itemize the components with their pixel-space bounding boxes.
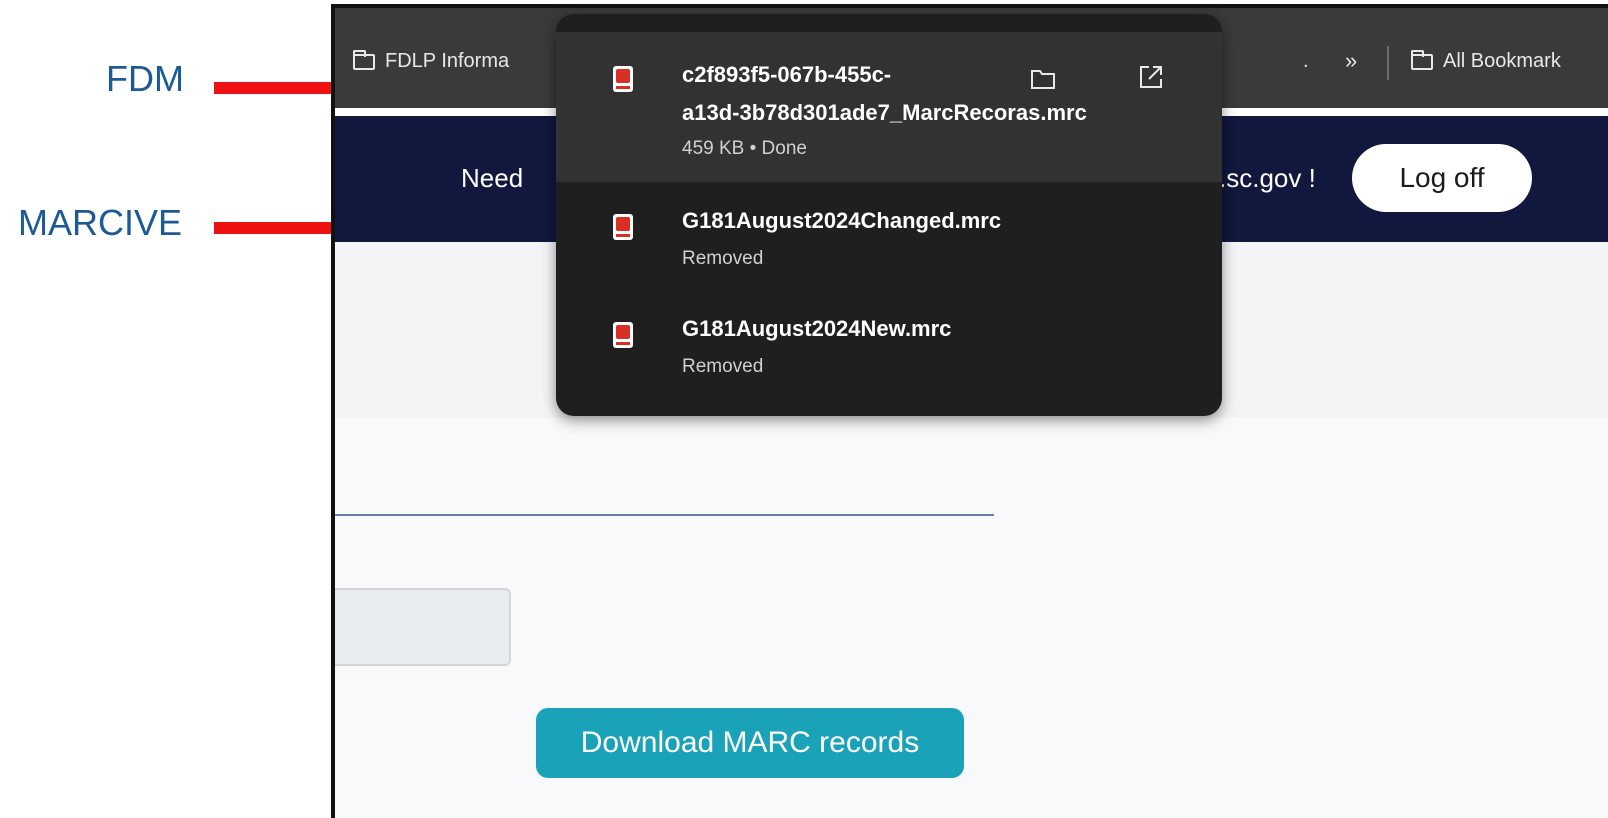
logoff-button[interactable]: Log off — [1352, 144, 1532, 212]
download-name: G181August2024New.mrc — [682, 316, 952, 341]
download-name-line2: a13d-3b78d301ade7_MarcRecoras.mrc — [682, 100, 1087, 125]
bookmark-all[interactable]: All Bookmark — [1411, 49, 1561, 73]
download-item-new[interactable]: G181August2024New.mrc Removed — [556, 292, 1222, 400]
folder-icon — [353, 49, 375, 70]
download-status: Removed — [682, 356, 764, 377]
folder-icon[interactable] — [1030, 66, 1056, 90]
open-external-icon[interactable] — [1138, 64, 1164, 90]
downloads-popup: c2f893f5-067b-455c- a13d-3b78d301ade7_Ma… — [556, 14, 1222, 416]
input-field[interactable] — [335, 588, 511, 666]
fdm-label: FDM — [106, 58, 184, 99]
section-divider — [335, 514, 994, 516]
pdf-file-icon — [613, 66, 633, 92]
banner-text-left: Need — [461, 163, 524, 193]
folder-icon — [1411, 49, 1433, 70]
bookmark-fdlp-label: FDLP Informa — [385, 50, 510, 72]
download-name: G181August2024Changed.mrc — [682, 208, 1002, 233]
marcive-label: MARCIVE — [18, 202, 183, 243]
download-item-fdm[interactable]: c2f893f5-067b-455c- a13d-3b78d301ade7_Ma… — [556, 32, 1222, 182]
more-bookmarks-chevron-icon[interactable]: » — [1345, 48, 1357, 74]
download-name-line1: c2f893f5-067b-455c- — [682, 62, 892, 87]
bookmarks-separator — [1387, 46, 1389, 80]
pdf-file-icon — [613, 322, 633, 348]
download-marc-records-button[interactable]: Download MARC records — [536, 708, 964, 778]
banner-text-right: .sc.gov ! — [1219, 163, 1316, 193]
bookmark-all-label: All Bookmark — [1443, 50, 1561, 72]
pdf-file-icon — [613, 214, 633, 240]
bookmark-truncated: . — [1303, 50, 1309, 72]
download-status: Removed — [682, 248, 764, 269]
download-item-changed[interactable]: G181August2024Changed.mrc Removed — [556, 184, 1222, 292]
download-status: 459 KB • Done — [682, 138, 807, 159]
bookmark-fdlp[interactable]: FDLP Informa — [353, 49, 510, 73]
